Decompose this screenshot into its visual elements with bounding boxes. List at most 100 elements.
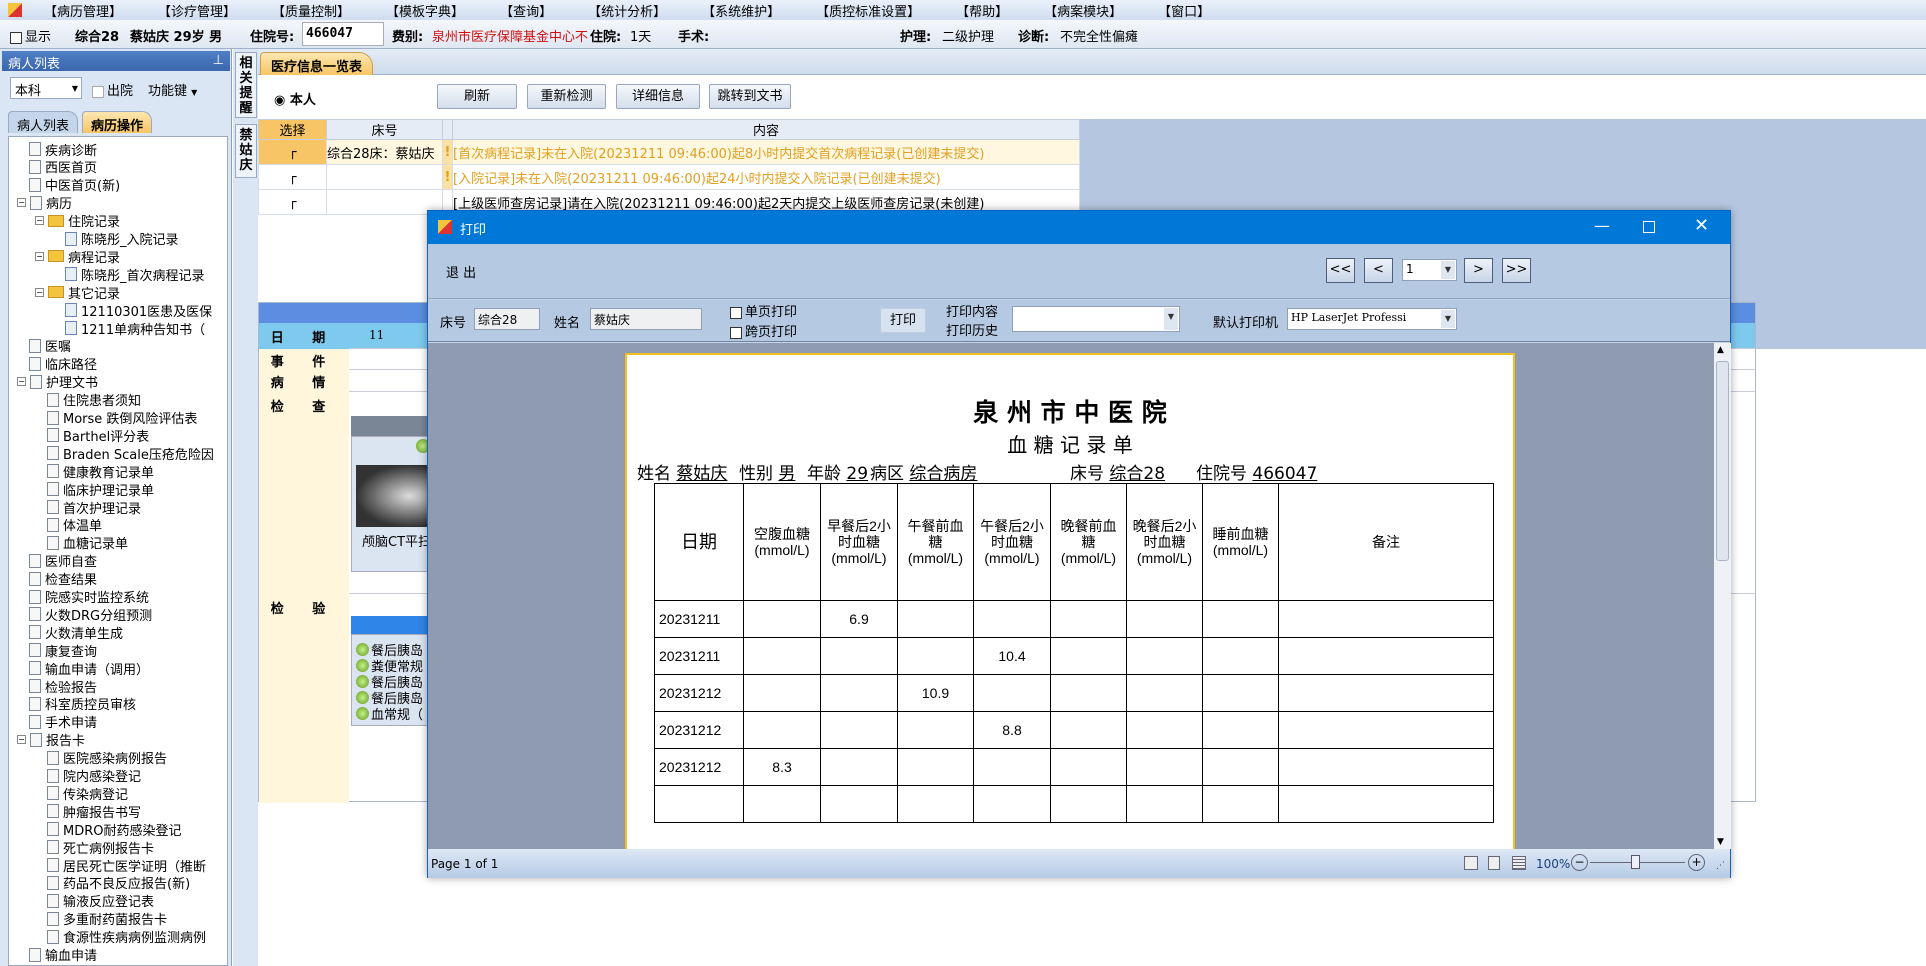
menu-item[interactable]: 【模板字典】 [368,1,482,20]
tab-patient[interactable]: 禁姑庆 [235,124,257,178]
col-select[interactable]: 选择 [258,119,327,140]
tree-item[interactable]: 检查结果 [29,570,97,588]
tree-item[interactable]: MDRO耐药感染登记 [47,820,182,839]
bed-field[interactable]: 综合28 [474,308,540,330]
tree-item[interactable]: 死亡病例报告卡 [47,838,154,857]
ct-thumbnail[interactable] [356,465,432,527]
tree-item[interactable]: 检验报告 [29,677,97,696]
scroll-up-icon[interactable]: ▲ [1717,345,1724,355]
function-key-menu[interactable]: 功能键 ▼ [148,80,197,99]
tree-item[interactable]: − 护理文书 [17,373,98,391]
tree-item[interactable]: 传染病登记 [47,784,128,803]
tree-item[interactable]: 居民死亡医学证明（推断 [47,856,206,875]
single-page-checkbox[interactable]: 单页打印 [730,301,797,320]
menu-item[interactable]: 【统计分析】 [570,1,684,20]
tree-item[interactable]: Morse 跌倒风险评估表 [47,409,197,427]
menu-item[interactable]: 【质量控制】 [254,1,368,20]
tree-item[interactable]: 陈晓彤_首次病程记录 [65,265,205,284]
tree-item[interactable]: 西医首页 [29,158,97,176]
tree-item[interactable]: 火数清单生成 [29,623,123,642]
jump-to-doc-button[interactable]: 跳转到文书 [709,84,791,109]
first-page-button[interactable]: << [1326,258,1355,283]
tree-item[interactable]: 疾病诊断 [29,140,97,159]
tree-item[interactable]: 医师自查 [29,552,97,570]
tree-item[interactable]: 药品不良反应报告(新) [47,874,190,892]
tab-patient-list[interactable]: 病人列表 [8,111,79,134]
view-normal-icon[interactable] [1464,856,1478,870]
menu-item[interactable]: 【诊疗管理】 [140,1,254,20]
col-bed[interactable]: 床号 [326,119,443,140]
tree-item[interactable]: 陈晓彤_入院记录 [65,230,179,248]
exit-button[interactable]: 退 出 [446,262,476,281]
preview-scrollbar[interactable]: ▲ ▼ [1714,343,1731,849]
zoom-slider-thumb[interactable] [1631,855,1640,869]
zoom-in-button[interactable]: + [1688,854,1705,871]
scroll-down-icon[interactable]: ▼ [1717,837,1724,847]
dept-select[interactable]: 本科 ▼ [10,77,82,99]
tree-item[interactable]: Barthel评分表 [47,426,149,445]
collapse-icon[interactable]: − [35,251,44,261]
tree-item[interactable]: 临床路径 [29,355,97,373]
tree-item[interactable]: 手术申请 [29,713,97,731]
table-row[interactable]: ┌! [入院记录]未在入院(20231211 09:46:00)起24小时内提交入… [258,164,1080,190]
tree-item[interactable]: − 报告卡 [17,731,85,749]
lab-item[interactable]: 血常规（ [356,705,430,723]
tree-item[interactable]: − 其它记录 [35,283,120,302]
menu-item[interactable]: 【病历管理】 [26,1,140,20]
menu-item[interactable]: 【病案模块】 [1026,1,1140,20]
tree-item[interactable]: 1211单病种告知书（ [65,319,205,338]
menu-item[interactable]: 【查询】 [482,1,570,20]
tree-item[interactable]: 输血申请 [29,946,97,964]
tree-item[interactable]: Braden Scale压疮危险因 [47,444,214,463]
row-checkbox[interactable]: ┌ [258,164,327,190]
printer-select[interactable]: HP LaserJet Professi ▼ [1287,308,1457,330]
prev-page-button[interactable]: < [1364,258,1393,283]
tree-item[interactable]: 中医首页(新) [29,176,120,194]
next-page-button[interactable]: > [1464,258,1493,283]
zoom-out-button[interactable]: − [1571,854,1588,871]
menu-item[interactable]: 【帮助】 [938,1,1026,20]
view-list-icon[interactable] [1512,856,1526,870]
tree-item[interactable]: 输血申请（调用） [29,659,149,678]
col-content[interactable]: 内容 [452,119,1080,140]
close-button[interactable]: ✕ [1694,215,1709,236]
collapse-icon[interactable]: − [17,735,26,745]
tree-item[interactable]: 体温单 [47,516,102,534]
menu-item[interactable]: 【系统维护】 [684,1,798,20]
print-content-select[interactable]: ▼ [1012,306,1180,332]
scrollbar-thumb[interactable] [1716,361,1729,561]
view-page-icon[interactable] [1488,856,1500,870]
menu-item[interactable]: 【质控标准设置】 [798,1,938,20]
tree-item[interactable]: 12110301医患及医保 [65,301,212,320]
pin-icon[interactable]: ⊥ [213,53,224,68]
collapse-icon[interactable]: − [17,377,26,387]
row-checkbox[interactable]: ┌ [258,139,327,165]
tree-item[interactable]: 首次护理记录 [47,498,141,517]
maximize-button[interactable] [1643,221,1655,233]
resize-grip-icon[interactable]: ⋰ [1716,861,1725,871]
cross-page-checkbox[interactable]: 跨页打印 [730,321,797,340]
tree-item[interactable]: 医院感染病例报告 [47,749,167,767]
tree-item[interactable]: − 病程记录 [35,247,120,266]
print-button[interactable]: 打印 [880,308,926,333]
table-row[interactable]: ┌ 综合28床：蔡姑庆! [首次病程记录]未在入院(20231211 09:46:0… [258,139,1080,165]
tree-item[interactable]: 院感实时监控系统 [29,588,149,606]
tree-item[interactable]: 科室质控员审核 [29,695,136,713]
tree-item[interactable]: 肿瘤报告书写 [47,802,141,821]
discharged-checkbox[interactable]: 出院 [92,80,133,99]
recheck-button[interactable]: 重新检测 [527,84,606,109]
tree-item[interactable]: 院内感染登记 [47,767,141,785]
refresh-button[interactable]: 刷新 [437,84,517,109]
tab-reminders[interactable]: 相关提醒 [235,52,257,118]
collapse-icon[interactable]: − [17,198,26,208]
tree-item[interactable]: − 病历 [17,194,72,212]
tree-item[interactable]: 火数DRG分组预测 [29,605,152,624]
tree-item[interactable]: 医嘱 [29,337,71,355]
tree-item[interactable]: 多重耐药菌报告卡 [47,910,167,928]
last-page-button[interactable]: >> [1502,258,1531,283]
collapse-icon[interactable]: − [35,287,44,297]
tree-item[interactable]: 住院患者须知 [47,391,141,409]
minimize-button[interactable]: — [1594,216,1610,235]
menu-item[interactable]: 【窗口】 [1140,1,1228,20]
tree-item[interactable]: 临床护理记录单 [47,480,154,499]
